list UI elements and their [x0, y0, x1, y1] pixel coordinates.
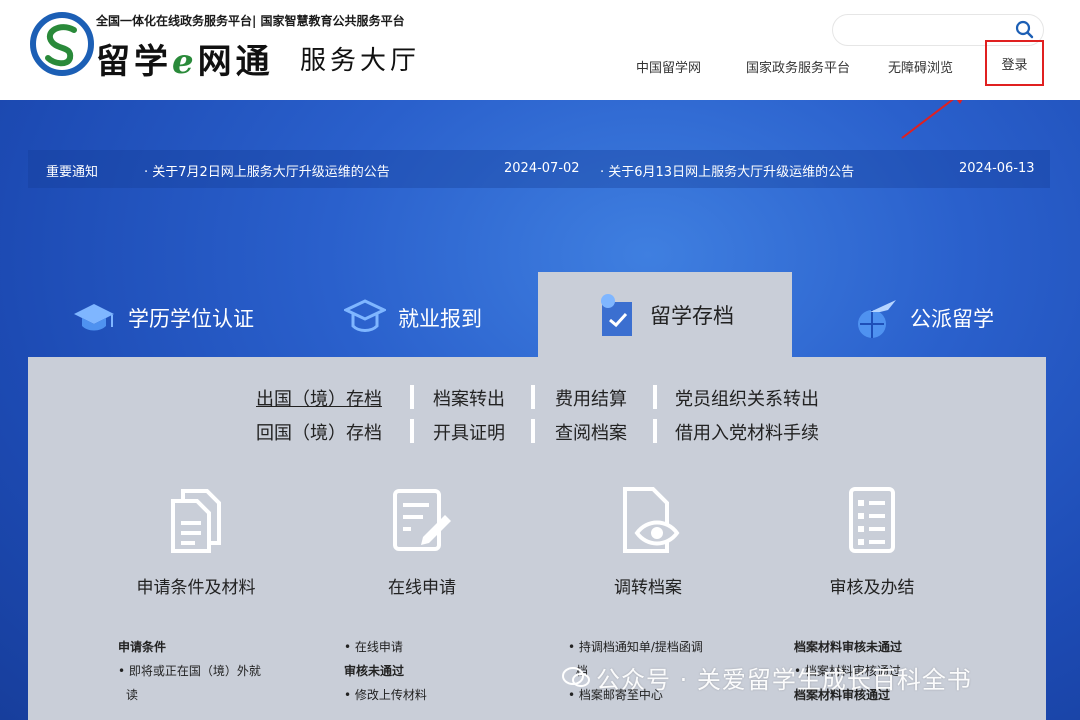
- logo-title-e: e: [172, 42, 198, 82]
- archive-document-icon: [601, 294, 632, 336]
- watermark-text: 公众号 · 关爱留学生成长百科全书: [596, 666, 972, 694]
- tab-employment-registration[interactable]: 就业报到: [344, 278, 482, 358]
- sublink-transfer-out[interactable]: 档案转出: [433, 385, 505, 411]
- step-transfer-archive[interactable]: 调转档案: [568, 485, 728, 598]
- tab-label: 学历学位认证: [128, 307, 254, 331]
- detail-heading: 申请条件: [118, 640, 167, 654]
- notice-item-2[interactable]: · 关于6月13日网上服务大厅升级运维的公告: [600, 161, 854, 180]
- sublink-return-archive[interactable]: 回国（境）存档: [256, 419, 382, 445]
- notice-item-1[interactable]: · 关于7月2日网上服务大厅升级运维的公告: [144, 161, 390, 180]
- divider: [653, 385, 657, 409]
- sublink-party-transfer[interactable]: 党员组织关系转出: [675, 385, 819, 411]
- sublink-certificate[interactable]: 开具证明: [433, 419, 505, 445]
- site-header: 全国一体化在线政务服务平台| 国家智慧教育公共服务平台 留学e网通 服务大厅 中…: [0, 0, 1080, 100]
- tab-degree-verification[interactable]: 学历学位认证: [72, 278, 254, 358]
- search-icon[interactable]: [1013, 19, 1035, 41]
- tab-study-abroad-archive[interactable]: 留学存档: [538, 272, 792, 358]
- sublink-borrow-party-material[interactable]: 借用入党材料手续: [675, 419, 819, 445]
- logo-title: 留学e网通: [96, 34, 274, 83]
- step-title: 在线申请: [388, 578, 456, 598]
- divider: [531, 385, 535, 409]
- nav-link-gov-platform[interactable]: 国家政务服务平台: [746, 57, 850, 76]
- sublink-view-archive[interactable]: 查阅档案: [555, 419, 627, 445]
- divider: [410, 385, 414, 409]
- detail-link[interactable]: • 修改上传材料: [344, 683, 427, 707]
- divider: [410, 419, 414, 443]
- detail-link[interactable]: • 在线申请: [344, 635, 427, 659]
- checklist-icon: [849, 487, 895, 553]
- tab-label: 留学存档: [650, 304, 734, 328]
- mortarboard-icon: [344, 299, 386, 332]
- login-button[interactable]: 登录: [985, 40, 1044, 86]
- logo-icon: [30, 12, 94, 76]
- notice-label: 重要通知: [46, 165, 99, 180]
- notice-date-2: 2024-06-13: [959, 161, 1035, 176]
- tab-label: 公派留学: [910, 307, 994, 331]
- file-eye-icon: [623, 487, 680, 553]
- detail-item: • 持调档通知单/提档函调: [568, 640, 703, 654]
- step-title: 调转档案: [614, 578, 682, 598]
- step-title: 申请条件及材料: [136, 578, 256, 598]
- login-label: 登录: [1001, 57, 1028, 73]
- notice-date-1: 2024-07-02: [504, 161, 580, 176]
- step-title: 审核及办结: [829, 578, 915, 598]
- step-detail-column-1: 申请条件 • 即将或正在国（境）外就 读: [118, 635, 261, 707]
- tab-state-sponsored[interactable]: 公派留学: [852, 278, 994, 358]
- notice-bar: 重要通知 · 关于7月2日网上服务大厅升级运维的公告 2024-07-02 · …: [28, 150, 1050, 188]
- divider: [531, 419, 535, 443]
- logo-title-part1: 留学: [96, 42, 172, 82]
- step-review-complete[interactable]: 审核及办结: [792, 485, 952, 598]
- airplane-globe-icon: [858, 300, 896, 338]
- step-conditions[interactable]: 申请条件及材料: [116, 485, 276, 598]
- detail-item: 读: [126, 688, 139, 702]
- sublink-fee-settlement[interactable]: 费用结算: [555, 385, 627, 411]
- detail-heading: 档案材料审核未通过: [794, 640, 903, 654]
- detail-item: • 即将或正在国（境）外就: [118, 664, 261, 678]
- form-edit-icon: [393, 489, 451, 551]
- logo-tagline: 全国一体化在线政务服务平台| 国家智慧教育公共服务平台: [96, 14, 405, 28]
- nav-link-accessibility[interactable]: 无障碍浏览: [888, 57, 953, 76]
- wechat-icon: [562, 667, 590, 687]
- sublink-outbound-archive[interactable]: 出国（境）存档: [256, 385, 382, 411]
- step-detail-column-2: • 在线申请 审核未通过 • 修改上传材料: [344, 635, 427, 707]
- graduation-cap-icon: [74, 304, 114, 331]
- divider: [653, 419, 657, 443]
- logo-title-part2: 网通: [197, 42, 274, 82]
- step-online-apply[interactable]: 在线申请: [342, 485, 502, 598]
- logo-subtitle: 服务大厅: [300, 46, 421, 76]
- documents-icon: [171, 489, 221, 553]
- detail-heading: 审核未通过: [344, 664, 405, 678]
- tab-label: 就业报到: [398, 307, 482, 331]
- nav-link-cscse[interactable]: 中国留学网: [636, 57, 701, 76]
